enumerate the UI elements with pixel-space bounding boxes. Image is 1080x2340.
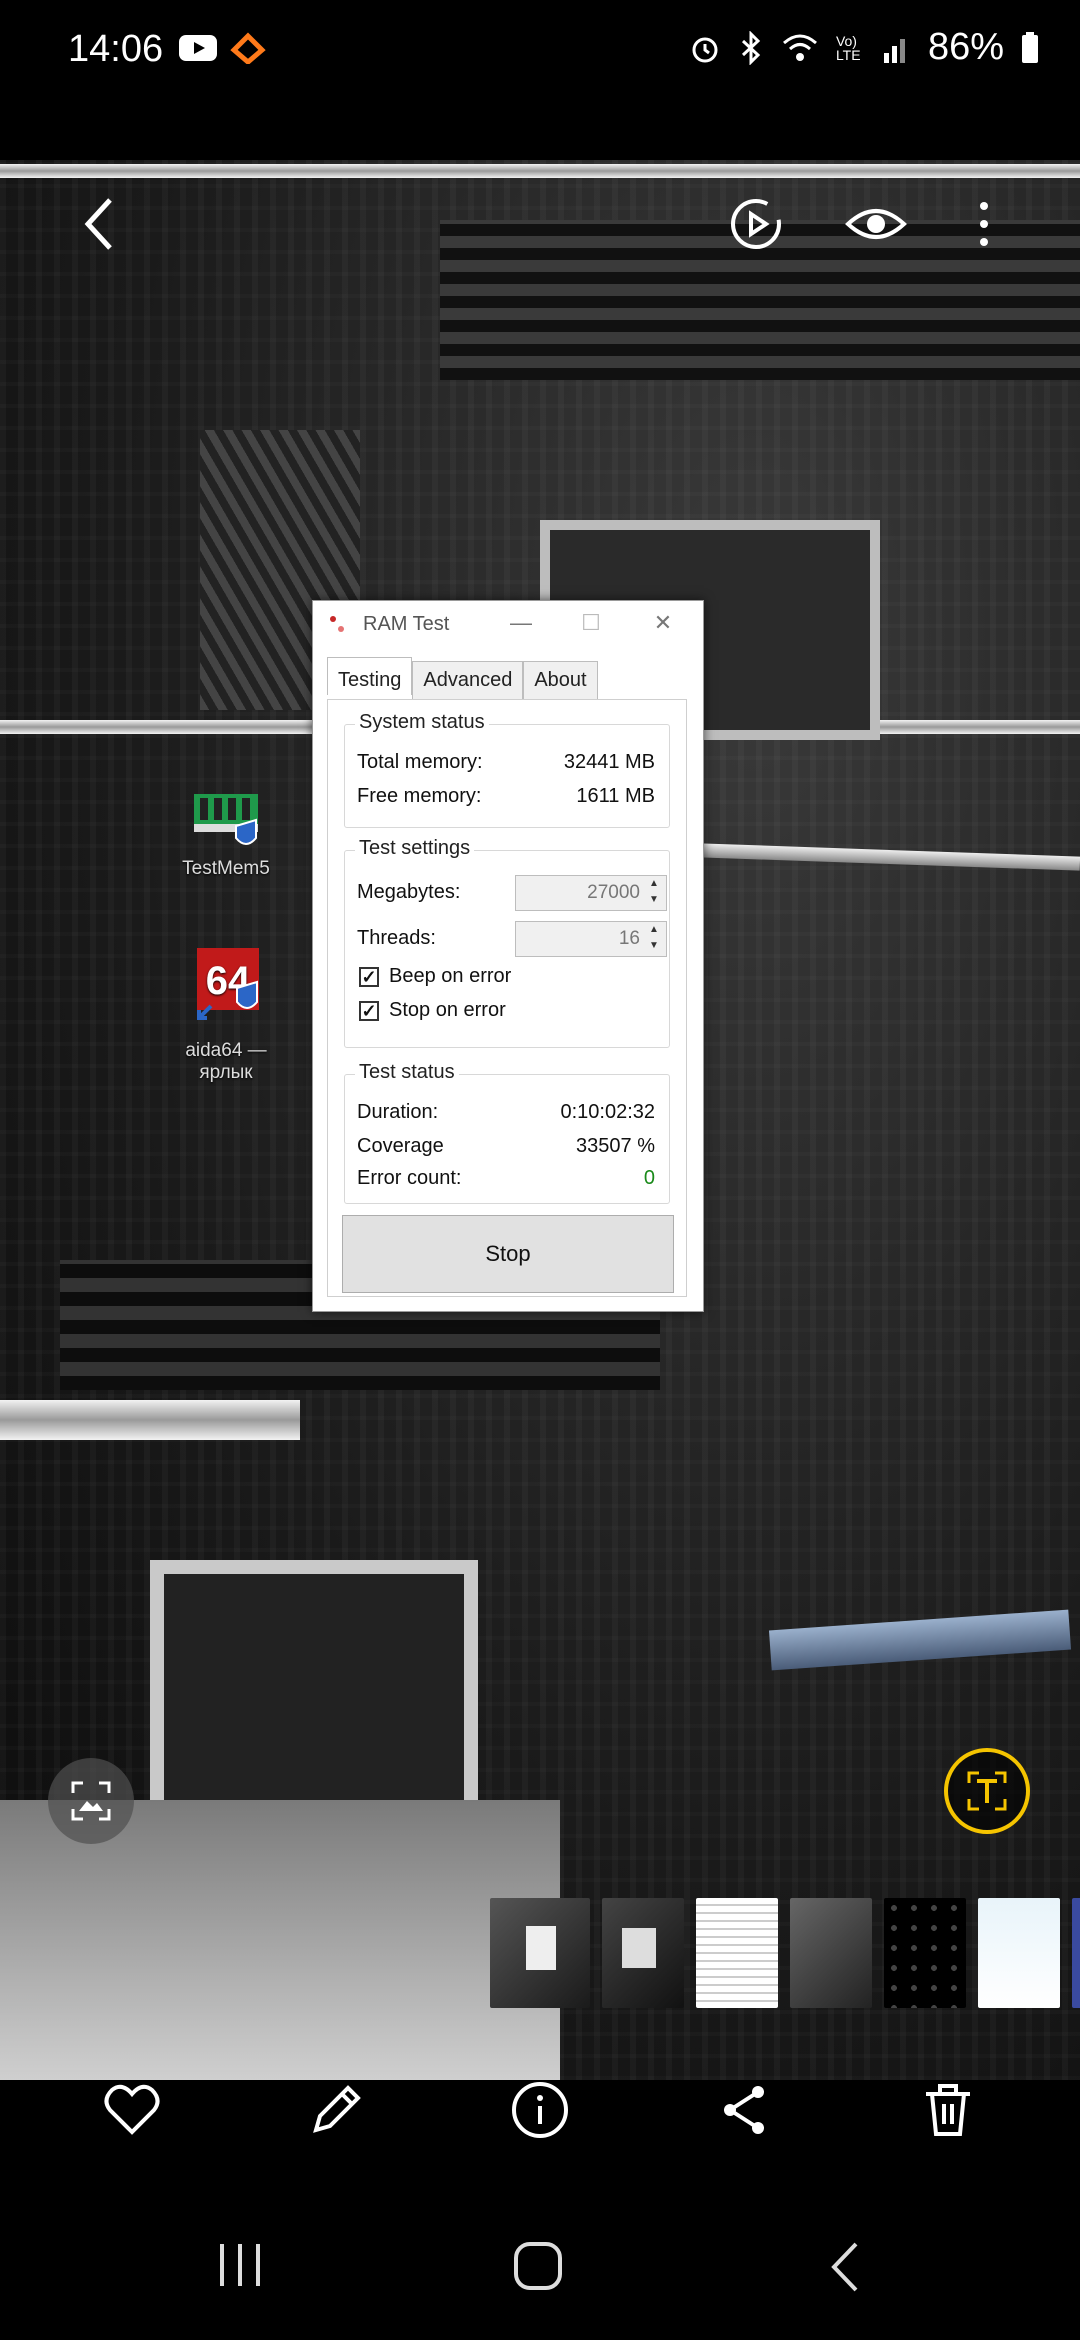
back-icon[interactable] bbox=[80, 194, 120, 254]
ramtest-window: RAM Test — ☐ ✕ Testing Advanced About Sy… bbox=[312, 600, 704, 1312]
battery-percent: 86% bbox=[927, 26, 1004, 68]
ram-module-icon bbox=[194, 794, 258, 845]
back-nav-icon[interactable] bbox=[826, 2240, 866, 2294]
megabytes-spinner[interactable]: 27000 ▲ ▼ bbox=[515, 875, 667, 911]
duration-label: Duration: bbox=[357, 1101, 439, 1123]
thumbnail[interactable] bbox=[602, 1898, 684, 2008]
thumbnail[interactable] bbox=[978, 1898, 1060, 2008]
tab-about[interactable]: About bbox=[523, 661, 598, 699]
recents-icon[interactable] bbox=[210, 2240, 270, 2290]
tab-testing[interactable]: Testing bbox=[327, 657, 413, 695]
minimize-button[interactable]: — bbox=[501, 607, 541, 639]
desktop-icon-label-2: ярлык bbox=[199, 1062, 253, 1083]
threads-value: 16 bbox=[618, 928, 640, 949]
battery-icon bbox=[1022, 31, 1038, 63]
bluetooth-icon bbox=[741, 30, 761, 65]
aida64-icon: 64 bbox=[197, 948, 259, 1020]
error-count-value: 0 bbox=[643, 1167, 655, 1189]
wifi-icon bbox=[782, 34, 817, 61]
spin-down-icon[interactable]: ▼ bbox=[646, 894, 662, 905]
total-memory-label: Total memory: bbox=[357, 751, 483, 773]
app-logo-icon bbox=[330, 616, 344, 632]
total-memory-row: Total memory: 32441 MB bbox=[357, 751, 655, 774]
stop-button[interactable]: Stop bbox=[342, 1215, 674, 1293]
desktop-icon-testmem5[interactable]: TestMem5 bbox=[166, 786, 286, 880]
cpu-socket-bottom bbox=[150, 1560, 478, 1818]
stop-on-error-label: Stop on error bbox=[389, 999, 506, 1021]
free-memory-row: Free memory: 1611 MB bbox=[357, 785, 655, 808]
image-scan-button[interactable] bbox=[48, 1758, 134, 1844]
test-status-title: Test status bbox=[355, 1061, 459, 1084]
image-scan-icon bbox=[71, 1781, 111, 1821]
beep-on-error-checkbox[interactable]: ✓ Beep on error bbox=[359, 965, 511, 988]
eye-icon[interactable] bbox=[844, 194, 908, 254]
close-button[interactable]: ✕ bbox=[643, 607, 683, 639]
checkbox-checked-icon: ✓ bbox=[359, 1000, 379, 1021]
coverage-label: Coverage bbox=[357, 1135, 444, 1157]
megabytes-value: 27000 bbox=[587, 882, 640, 903]
thumbnail-strip bbox=[490, 1898, 1080, 2008]
status-clock: 14:06 bbox=[68, 28, 164, 70]
maximize-button[interactable]: ☐ bbox=[571, 607, 611, 639]
thumbnail[interactable] bbox=[884, 1898, 966, 2008]
test-settings-group: Test settings Megabytes: 27000 ▲ ▼ Threa… bbox=[344, 837, 670, 1048]
duration-row: Duration: 0:10:02:32 bbox=[357, 1101, 655, 1124]
test-settings-title: Test settings bbox=[355, 837, 475, 860]
tab-bar: Testing Advanced About bbox=[327, 657, 598, 699]
system-status-title: System status bbox=[355, 711, 489, 734]
total-memory-value: 32441 MB bbox=[563, 751, 655, 773]
text-extract-icon bbox=[967, 1771, 1007, 1811]
status-right: Vo) LTE 86% bbox=[688, 26, 1040, 69]
stop-on-error-checkbox[interactable]: ✓ Stop on error bbox=[359, 999, 506, 1022]
signal-icon bbox=[883, 38, 905, 63]
desktop-icon-label: TestMem5 bbox=[182, 858, 270, 879]
free-memory-value: 1611 MB bbox=[576, 785, 655, 807]
network-label: Vo) LTE bbox=[835, 32, 861, 63]
app-icon bbox=[230, 32, 266, 64]
blue-accent bbox=[768, 1609, 1072, 1671]
free-memory-label: Free memory: bbox=[357, 785, 482, 807]
more-icon[interactable] bbox=[974, 194, 994, 254]
silver-frame-right bbox=[699, 843, 1080, 871]
status-bar: 14:06 Vo) LTE 86% bbox=[0, 0, 1080, 110]
navigation-bar bbox=[0, 2190, 1080, 2340]
alarm-icon bbox=[692, 37, 718, 62]
thumbnail[interactable] bbox=[1072, 1898, 1080, 2008]
text-extract-button[interactable] bbox=[944, 1748, 1030, 1834]
duration-value: 0:10:02:32 bbox=[560, 1101, 655, 1123]
threads-spinner[interactable]: 16 ▲ ▼ bbox=[515, 921, 667, 957]
edit-icon[interactable] bbox=[304, 2078, 368, 2142]
frame-bar-lower bbox=[0, 1400, 300, 1440]
testing-panel: System status Total memory: 32441 MB Fre… bbox=[327, 699, 687, 1297]
checkbox-checked-icon: ✓ bbox=[359, 966, 379, 987]
window-titlebar[interactable]: RAM Test — ☐ ✕ bbox=[313, 601, 703, 645]
thumbnail[interactable] bbox=[490, 1898, 590, 2008]
thumbnail[interactable] bbox=[790, 1898, 872, 2008]
spin-up-icon[interactable]: ▲ bbox=[646, 924, 662, 935]
home-icon[interactable] bbox=[510, 2238, 566, 2294]
info-icon[interactable] bbox=[508, 2078, 572, 2142]
top-toolbar bbox=[0, 170, 1080, 280]
youtube-icon bbox=[179, 35, 217, 61]
coverage-row: Coverage 33507 % bbox=[357, 1135, 655, 1158]
action-bar bbox=[0, 2060, 1080, 2160]
coverage-value: 33507 % bbox=[576, 1135, 655, 1157]
desktop-icon-label: aida64 — bbox=[185, 1040, 267, 1061]
favorite-icon[interactable] bbox=[100, 2078, 164, 2142]
share-icon[interactable] bbox=[712, 2078, 776, 2142]
motion-photo-icon[interactable] bbox=[726, 194, 786, 254]
spin-up-icon[interactable]: ▲ bbox=[646, 878, 662, 889]
error-count-label: Error count: bbox=[357, 1167, 462, 1189]
desktop-icon-aida64[interactable]: 64 aida64 — ярлык bbox=[166, 944, 286, 1084]
tab-advanced[interactable]: Advanced bbox=[412, 661, 524, 699]
thumbnail[interactable] bbox=[696, 1898, 778, 2008]
delete-icon[interactable] bbox=[916, 2078, 980, 2142]
system-status-group: System status Total memory: 32441 MB Fre… bbox=[344, 711, 670, 828]
spin-down-icon[interactable]: ▼ bbox=[646, 940, 662, 951]
beep-on-error-label: Beep on error bbox=[389, 965, 512, 987]
test-status-group: Test status Duration: 0:10:02:32 Coverag… bbox=[344, 1061, 670, 1204]
window-title: RAM Test bbox=[363, 613, 450, 635]
error-count-row: Error count: 0 bbox=[357, 1167, 655, 1190]
